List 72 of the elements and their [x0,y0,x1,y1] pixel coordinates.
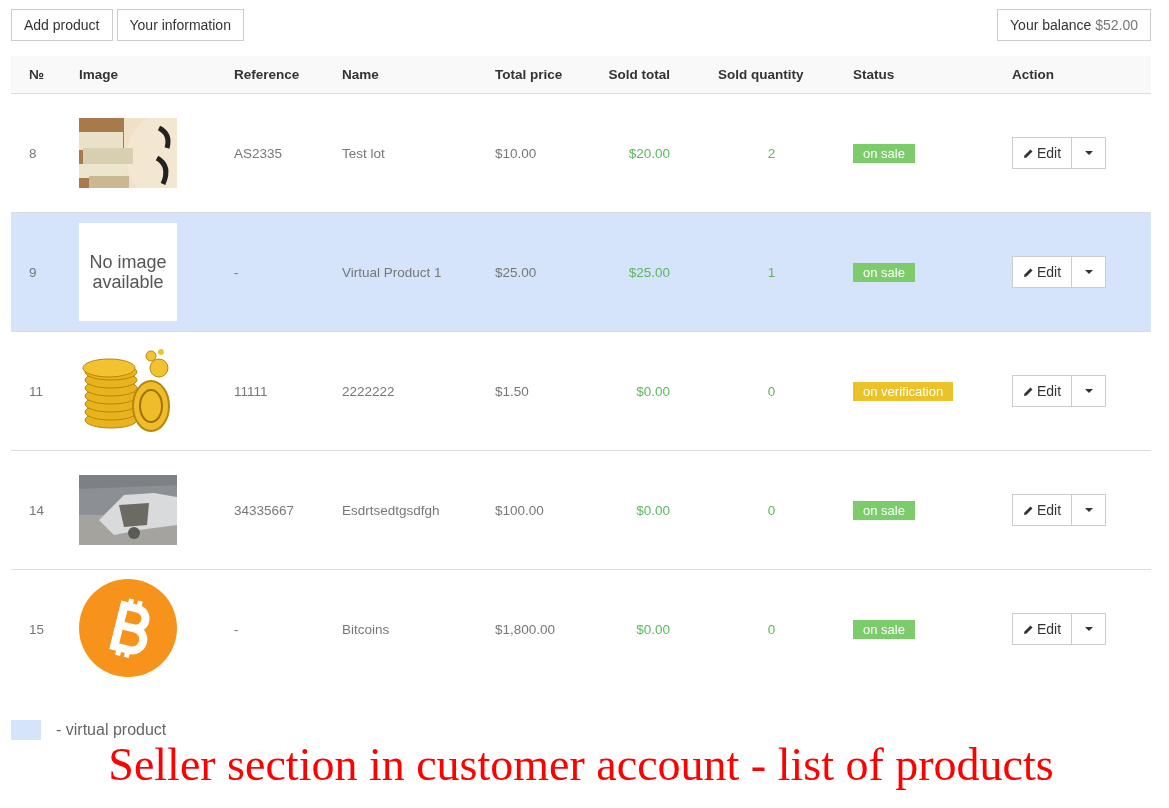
sold-total: $0.00 [636,502,670,518]
sold-quantity: 0 [767,621,776,637]
pencil-icon [1023,266,1034,278]
reference-cell: 34335667 [234,502,295,518]
pencil-icon [1023,623,1034,635]
row-number: 15 [29,621,45,637]
total-price: $100.00 [495,502,544,518]
dropdown-button[interactable] [1072,137,1107,169]
row-number: 8 [29,145,37,161]
dropdown-button[interactable] [1072,375,1107,407]
edit-button[interactable]: Edit [1012,375,1073,407]
product-name: Test lot [342,145,385,161]
pencil-icon [1023,385,1034,397]
sold-total: $0.00 [636,621,670,637]
sold-total: $0.00 [636,383,670,399]
sold-quantity: 0 [767,383,776,399]
row-number: 9 [29,264,37,280]
caret-icon [1084,508,1093,512]
balance-button[interactable]: Your balance $52.00 [997,9,1151,41]
pencil-icon [1023,504,1034,516]
column-header: Image [79,67,119,82]
caret-icon [1084,627,1093,631]
product-name: Virtual Product 1 [342,264,442,280]
sold-quantity: 0 [767,502,776,518]
status-label: on sale [853,143,915,163]
dropdown-button[interactable] [1072,256,1107,288]
edit-button[interactable]: Edit [1012,494,1073,526]
add-product-button[interactable]: Add product [11,9,113,41]
information-button[interactable]: Your information [116,9,244,41]
product-name: Bitcoins [342,621,390,637]
product-name: 2222222 [342,383,395,399]
column-header: Sold total [608,67,670,82]
column-header: Name [342,67,379,82]
caret-icon [1084,270,1093,274]
reference-cell: 11111 [234,383,268,399]
status-label: on verification [853,381,954,401]
total-price: $1,800.00 [495,621,556,637]
dropdown-button[interactable] [1072,494,1107,526]
bitcoin-logo-icon [79,578,177,677]
legend-text: - virtual product [56,721,167,739]
sold-quantity: 2 [767,145,776,161]
total-price: $10.00 [495,145,537,161]
placeholder-text: No image available [88,252,168,292]
dropdown-button[interactable] [1072,613,1107,645]
status-label: on sale [853,619,915,639]
caret-icon [1084,151,1093,155]
column-header: Action [1012,67,1054,82]
total-price: $25.00 [495,264,537,280]
product-name: Esdrtsedtgsdfgh [342,502,440,518]
row-number: 11 [29,383,43,399]
reference-cell: - [234,621,239,637]
edit-button[interactable]: Edit [1012,256,1073,288]
column-header: Total price [495,67,563,82]
status-label: on sale [853,262,915,282]
caption: Seller section in customer account - list of products [107,738,1055,791]
sold-total: $25.00 [628,264,670,280]
sold-quantity: 1 [767,264,776,280]
sold-total: $20.00 [628,145,670,161]
reference-cell: AS2335 [234,145,283,161]
total-price: $1.50 [495,383,529,399]
status-label: on sale [853,500,915,520]
column-header: Sold quantity [718,67,804,82]
virtual-color-swatch [11,720,41,740]
edit-button[interactable]: Edit [1012,137,1073,169]
row-number: 14 [29,502,45,518]
caret-icon [1084,389,1093,393]
column-header: Status [853,67,895,82]
column-header: № [29,67,45,82]
column-header: Reference [234,67,300,82]
reference-cell: - [234,264,239,280]
pencil-icon [1023,147,1034,159]
edit-button[interactable]: Edit [1012,613,1073,645]
